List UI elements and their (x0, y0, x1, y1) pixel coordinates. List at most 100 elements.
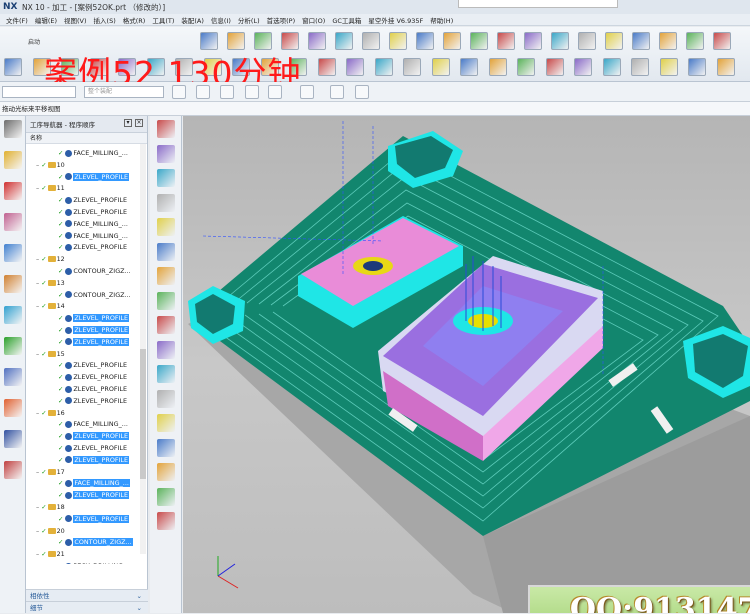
toolbar-tool-icon[interactable] (317, 58, 336, 76)
program-group-row[interactable]: – ✓ 11 (26, 182, 144, 194)
toolbar-tool-icon[interactable] (632, 32, 650, 50)
resource-tab-icon[interactable] (4, 213, 22, 231)
program-group-row[interactable]: – ✓ 21 (26, 548, 144, 560)
menu-item[interactable]: 编辑(E) (35, 15, 57, 25)
program-group-row[interactable]: – ✓ 14 (26, 300, 144, 312)
toolbar-tool-icon[interactable] (716, 58, 735, 76)
program-group-row[interactable]: – ✓ 18 (26, 501, 144, 513)
toolbar-tool-icon[interactable] (524, 32, 542, 50)
toolbar-tool-icon[interactable] (443, 32, 461, 50)
toolbar-tool-icon[interactable] (631, 58, 649, 76)
menu-item[interactable]: 装配(A) (181, 15, 204, 25)
navigator-scrollbar[interactable] (140, 144, 146, 554)
operation-row[interactable]: ✓ ZLEVEL_PROFILE (26, 395, 144, 407)
toolbar-tool-icon[interactable] (346, 58, 364, 76)
collapse-icon[interactable]: – (36, 279, 39, 287)
toolbar-tool-icon[interactable] (686, 32, 704, 50)
snap-tool-icon[interactable] (220, 85, 234, 99)
operation-row[interactable]: ✓ ZLEVEL_PROFILE (26, 324, 144, 336)
toolbar-tool-icon[interactable] (470, 32, 488, 50)
snap-tool-icon[interactable] (268, 85, 282, 99)
navigator-menu-icon[interactable]: ▾ (124, 119, 132, 127)
operation-tool-icon[interactable] (157, 193, 175, 212)
resource-tab-icon[interactable] (4, 399, 22, 417)
collapse-icon[interactable]: – (36, 350, 39, 358)
collapse-icon[interactable]: – (36, 161, 39, 169)
operation-row[interactable]: ✓ ZLEVEL_PROFILE (26, 371, 144, 383)
operation-tool-icon[interactable] (157, 365, 175, 383)
operation-row[interactable]: ✓ FACE_MILLING_... (26, 230, 144, 242)
toolbar-tool-icon[interactable] (602, 58, 621, 76)
menu-item[interactable]: 分析(L) (238, 15, 260, 25)
toolbar-tool-icon[interactable] (374, 58, 393, 76)
start-button[interactable]: 启动 (28, 37, 40, 46)
collapse-icon[interactable]: – (36, 550, 39, 558)
operation-row[interactable]: ✓ ZLEVEL_PROFILE (26, 171, 144, 183)
operation-row[interactable]: ✓ FACE_MILLING_... (26, 147, 144, 159)
toolbar-tool-icon[interactable] (688, 58, 706, 76)
operation-tool-icon[interactable] (157, 414, 175, 432)
program-group-row[interactable]: – ✓ 10 (26, 159, 144, 171)
type-filter-combo[interactable] (2, 86, 76, 98)
resource-tab-icon[interactable] (4, 182, 22, 200)
snap-tool-icon[interactable] (196, 85, 210, 99)
operation-row[interactable]: ✓ FACE_MILLING_... (26, 218, 144, 230)
snap-tool-icon[interactable] (330, 85, 344, 99)
toolbar-tool-icon[interactable] (488, 58, 507, 76)
scope-filter-combo[interactable]: 整个装配 (84, 86, 164, 98)
operation-row[interactable]: ✓ CONTOUR_ZIGZ... (26, 536, 144, 548)
menu-item[interactable]: 首选项(P) (267, 15, 296, 25)
snap-tool-icon[interactable] (245, 85, 259, 99)
operation-row[interactable]: ✓ ZLEVEL_PROFILE (26, 489, 144, 501)
toolbar-tool-icon[interactable] (335, 32, 353, 50)
resource-tab-icon[interactable] (4, 275, 22, 293)
scroll-thumb[interactable] (140, 349, 146, 479)
toolbar-tool-icon[interactable] (517, 58, 535, 76)
operation-row[interactable]: ✓ FACE_MILLING_... (26, 477, 144, 489)
menu-item[interactable]: 帮助(H) (430, 15, 453, 25)
operation-tool-icon[interactable] (157, 438, 175, 457)
navigator-close-icon[interactable]: × (135, 119, 143, 127)
snap-tool-icon[interactable] (172, 85, 186, 99)
operation-row[interactable]: ✓ ZLEVEL_PROFILE (26, 430, 144, 442)
collapse-icon[interactable]: – (36, 468, 39, 476)
resource-tab-icon[interactable] (4, 151, 22, 169)
toolbar-tool-icon[interactable] (574, 58, 592, 76)
toolbar-tool-icon[interactable] (416, 32, 434, 50)
operation-row[interactable]: ✓ ZLEVEL_PROFILE (26, 206, 144, 218)
toolbar-tool-icon[interactable] (497, 32, 515, 50)
operation-tool-icon[interactable] (157, 267, 175, 285)
toolbar-tool-icon[interactable] (551, 32, 569, 50)
operation-row[interactable]: ✓ CONTOUR_ZIGZ... (26, 265, 144, 277)
menu-item[interactable]: GC工具箱 (332, 15, 361, 25)
toolbar-tool-icon[interactable] (403, 58, 421, 76)
program-group-row[interactable]: – ✓ 16 (26, 407, 144, 419)
toolbar-tool-icon[interactable] (659, 58, 678, 76)
toolbar-tool-icon[interactable] (389, 32, 407, 50)
operation-row[interactable]: ✓ ZLEVEL_PROFILE (26, 454, 144, 466)
menu-item[interactable]: 插入(S) (94, 15, 116, 25)
operation-row[interactable]: ✓ ZLEVEL_PROFILE (26, 359, 144, 371)
snap-tool-icon[interactable] (300, 85, 314, 99)
operation-tool-icon[interactable] (157, 291, 175, 310)
operation-tool-icon[interactable] (157, 389, 175, 408)
operation-tool-icon[interactable] (157, 512, 175, 530)
resource-tab-icon[interactable] (4, 368, 22, 386)
toolbar-tool-icon[interactable] (460, 58, 478, 76)
collapse-icon[interactable]: – (36, 527, 39, 535)
column-header-name[interactable]: 名称 (26, 133, 147, 144)
toolbar-tool-icon[interactable] (431, 58, 450, 76)
title-search-box[interactable] (458, 0, 618, 8)
operation-row[interactable]: ✓ CONTOUR_ZIGZ... (26, 289, 144, 301)
operation-row[interactable]: ✓ ZLEVEL_PROFILE (26, 336, 144, 348)
menu-item[interactable]: 工具(T) (152, 15, 174, 25)
operation-tool-icon[interactable] (157, 120, 175, 138)
resource-tab-icon[interactable] (4, 430, 22, 448)
dependencies-section[interactable]: 相依性 ⌄ (26, 589, 148, 601)
operation-tool-icon[interactable] (157, 316, 175, 334)
menu-item[interactable]: 星空外挂 V6.935F (368, 15, 423, 25)
menu-item[interactable]: 视图(V) (64, 15, 87, 25)
menu-item[interactable]: 信息(I) (211, 15, 231, 25)
operation-row[interactable]: ✓ PECK_DRILLING (26, 560, 144, 564)
program-group-row[interactable]: – ✓ 13 (26, 277, 144, 289)
